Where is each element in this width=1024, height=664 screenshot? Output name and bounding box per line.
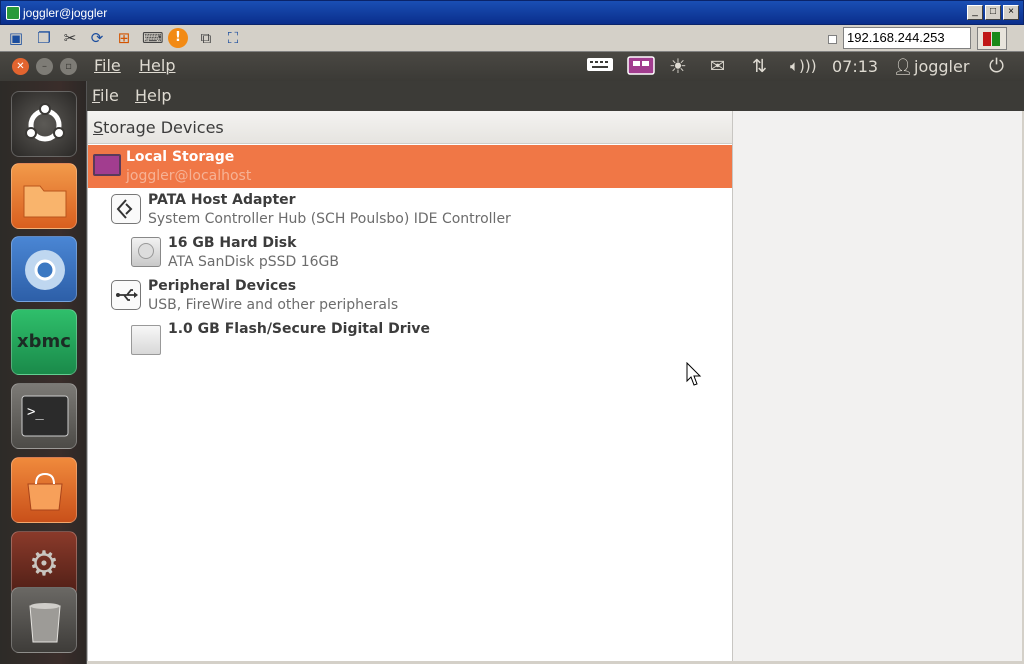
connection-status-icon: [977, 27, 1007, 50]
svg-text:>_: >_: [27, 404, 44, 420]
window-close-icon[interactable]: ✕: [12, 58, 29, 75]
hard-disk-icon: [131, 237, 161, 267]
device-subtitle: USB, FireWire and other peripherals: [148, 297, 399, 313]
device-row-local-storage[interactable]: Local Storage joggler@localhost: [88, 145, 733, 188]
windows-icon[interactable]: ⊞: [114, 28, 134, 48]
window-minimize-icon[interactable]: –: [36, 58, 53, 75]
device-row-hard-disk[interactable]: 16 GB Hard Disk ATA SanDisk pSSD 16GB: [88, 231, 733, 274]
panel-menu-file[interactable]: File: [94, 56, 121, 75]
device-title: Local Storage: [126, 149, 235, 165]
window-maximize-icon[interactable]: ▫: [60, 58, 77, 75]
view-only-checkbox[interactable]: [828, 35, 837, 44]
device-row-pata-host-adapter[interactable]: PATA Host Adapter System Controller Hub …: [88, 188, 733, 231]
device-subtitle: joggler@localhost: [126, 168, 252, 184]
close-button[interactable]: ×: [1003, 5, 1019, 20]
flash-drive-icon: [131, 325, 161, 355]
panel-menu-help[interactable]: Help: [139, 56, 175, 75]
computer-icon: [93, 154, 121, 176]
display-icon[interactable]: [627, 56, 655, 77]
device-subtitle: ATA SanDisk pSSD 16GB: [168, 254, 340, 270]
device-subtitle: System Controller Hub (SCH Poulsbo) IDE …: [148, 211, 511, 227]
xbmc-icon[interactable]: xbmc: [11, 309, 77, 375]
device-title: Peripheral Devices: [148, 278, 297, 294]
clock[interactable]: 07:13: [832, 56, 878, 77]
menu-file[interactable]: File: [92, 86, 119, 105]
volume-icon[interactable]: 🔈︎))): [790, 56, 817, 77]
software-center-icon[interactable]: [11, 457, 77, 523]
device-details-pane: [732, 111, 1022, 661]
vnc-app-icon: [6, 6, 20, 20]
refresh-icon[interactable]: ⟳: [87, 28, 107, 48]
usb-icon: [111, 280, 141, 310]
vnc-toolbar: ▣ ❐ ✂ ⟳ ⊞ ⌨ ! ⧉ ⛶ 192.168.244.253: [0, 25, 1024, 52]
keyboard-icon[interactable]: [587, 56, 613, 77]
chromium-icon[interactable]: [11, 236, 77, 302]
menu-help[interactable]: Help: [135, 86, 171, 105]
trash-icon[interactable]: [11, 587, 77, 653]
vnc-title-bar: joggler@joggler _ □ ×: [0, 0, 1024, 25]
mail-icon[interactable]: ✉: [710, 56, 725, 77]
user-name[interactable]: joggler: [914, 56, 969, 77]
monitor-icon[interactable]: ▣: [6, 28, 26, 48]
tools-icon[interactable]: ✂: [60, 28, 80, 48]
copy-icon[interactable]: ❐: [34, 28, 54, 48]
maximize-button[interactable]: □: [985, 5, 1001, 20]
ubuntu-logo-icon[interactable]: [11, 91, 77, 157]
mouse-cursor-icon: [686, 362, 702, 386]
device-title: PATA Host Adapter: [148, 192, 296, 208]
brightness-icon[interactable]: ☀: [669, 56, 687, 77]
unity-launcher: xbmc >_ ⚙: [0, 81, 87, 664]
vnc-window-title: joggler@joggler: [23, 6, 108, 20]
device-title: 16 GB Hard Disk: [168, 235, 297, 251]
alert-icon[interactable]: !: [168, 28, 188, 48]
keyboard-icon[interactable]: ⌨: [142, 28, 164, 48]
storage-devices-list: Storage Devices Local Storage joggler@lo…: [87, 111, 733, 661]
power-icon[interactable]: ⏻: [989, 56, 1004, 77]
controller-icon: [111, 194, 141, 224]
ubuntu-top-panel: ✕ – ▫ File Help ☀ ✉ ⇅ 🔈︎))) 07:13 👤︎ jog…: [0, 52, 1024, 81]
host-address-field[interactable]: 192.168.244.253: [843, 27, 971, 49]
files-icon[interactable]: [11, 163, 77, 229]
network-icon[interactable]: ⇅: [752, 56, 767, 77]
user-icon: 👤︎: [893, 57, 914, 76]
terminal-icon[interactable]: >_: [11, 383, 77, 449]
device-title: 1.0 GB Flash/Secure Digital Drive: [168, 321, 431, 337]
app-menubar: File Help: [87, 81, 1024, 111]
device-row-flash-drive[interactable]: 1.0 GB Flash/Secure Digital Drive: [88, 317, 733, 360]
device-row-peripheral-devices[interactable]: Peripheral Devices USB, FireWire and oth…: [88, 274, 733, 317]
disconnect-icon[interactable]: ⧉: [196, 28, 216, 48]
fullscreen-icon[interactable]: ⛶: [223, 28, 243, 48]
column-header[interactable]: Storage Devices: [88, 111, 733, 144]
minimize-button[interactable]: _: [967, 5, 983, 20]
